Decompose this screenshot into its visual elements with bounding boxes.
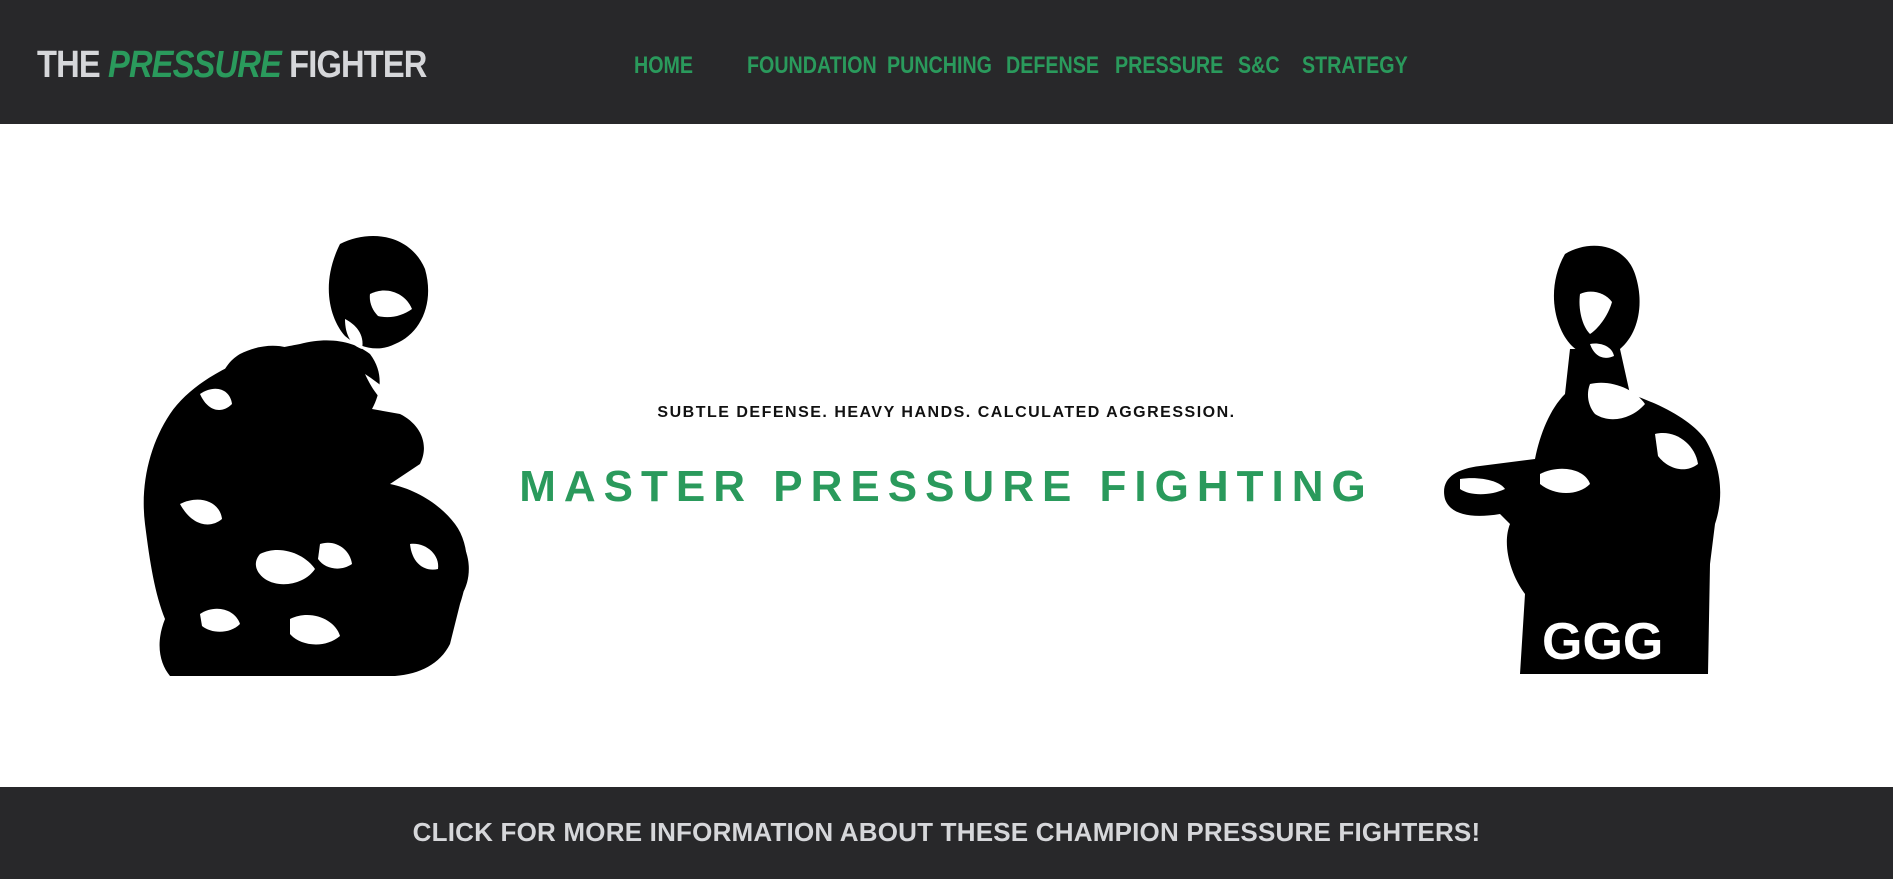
nav-sandc[interactable]: S&C <box>1238 52 1290 80</box>
logo-word-the: THE <box>37 44 109 86</box>
nav-punching[interactable]: PUNCHING <box>887 52 992 80</box>
footer-bar: CLICK FOR MORE INFORMATION ABOUT THESE C… <box>0 787 1893 879</box>
more-info-link[interactable]: CLICK FOR MORE INFORMATION ABOUT THESE C… <box>0 817 1893 848</box>
logo-word-pressure: PRESSURE <box>108 44 282 86</box>
nav-strategy[interactable]: STRATEGY <box>1302 52 1408 80</box>
nav-pressure[interactable]: PRESSURE <box>1115 52 1223 80</box>
fighter-left-image[interactable] <box>140 224 490 679</box>
hero-section: SUBTLE DEFENSE. HEAVY HANDS. CALCULATED … <box>0 124 1893 787</box>
site-header: THE PRESSURE FIGHTER HOME FOUNDATION PUN… <box>0 0 1893 124</box>
site-logo[interactable]: THE PRESSURE FIGHTER <box>37 44 427 87</box>
trunks-lettering: GGG <box>1542 613 1663 671</box>
nav-foundation[interactable]: FOUNDATION <box>747 52 877 80</box>
nav-defense[interactable]: DEFENSE <box>1006 52 1099 80</box>
fighter-right-image[interactable]: GGG <box>1440 234 1730 679</box>
main-nav: HOME FOUNDATION PUNCHING DEFENSE PRESSUR… <box>634 52 1412 80</box>
logo-word-fighter: FIGHTER <box>280 44 427 86</box>
nav-home[interactable]: HOME <box>634 52 727 80</box>
